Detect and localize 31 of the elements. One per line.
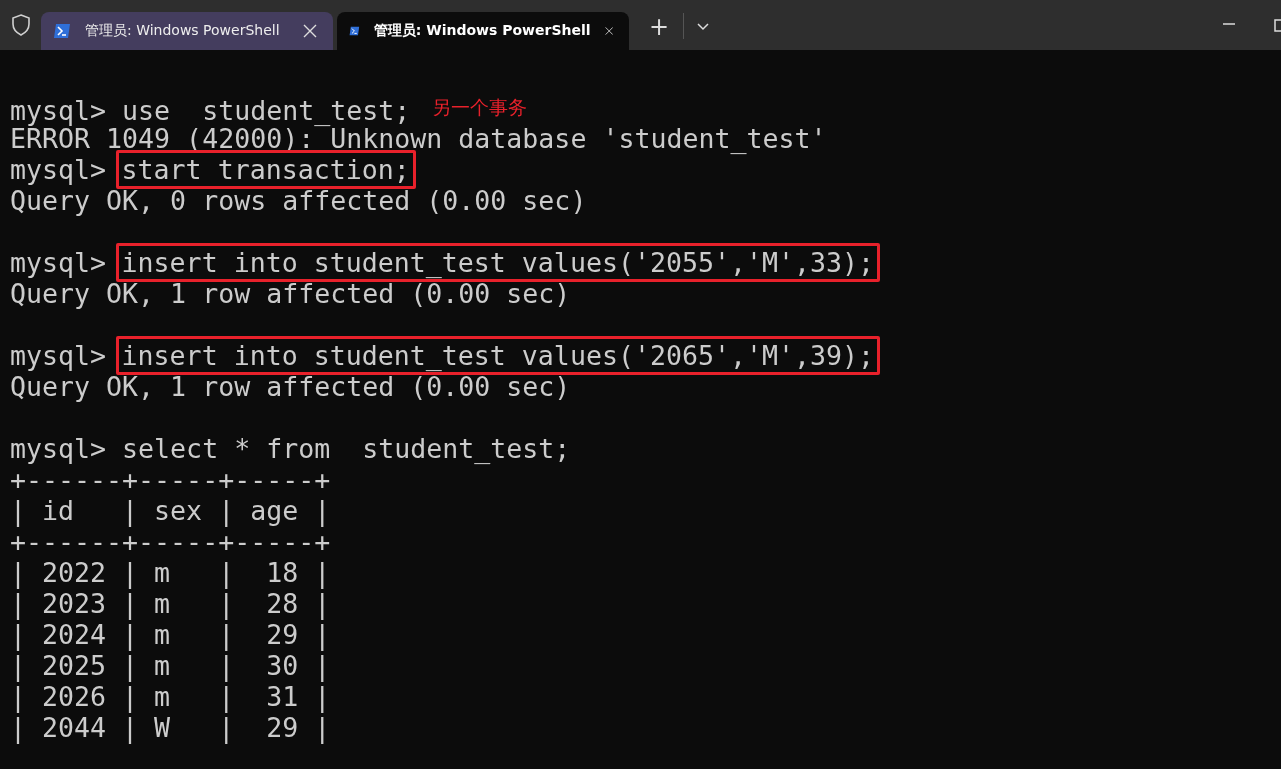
tab[interactable]: 管理员: Windows PowerShell [41,12,333,50]
output-text: +------+-----+-----+ [10,526,331,557]
output-text: | 2023 | m | 28 | [10,588,331,619]
output-text: | 2024 | m | 29 | [10,619,331,650]
tab-title: 管理员: Windows PowerShell [85,22,281,40]
output-text: | 2025 | m | 30 | [10,650,331,681]
close-icon[interactable] [604,24,613,38]
prompt: mysql> [10,433,107,464]
output-text: +------+-----+-----+ [10,464,331,495]
output-text: | 2026 | m | 31 | [10,681,331,712]
command-text: use student_test; [122,95,411,126]
highlighted-command: insert into student_test values('2065','M',39); [115,336,881,375]
highlighted-command: start transaction; [115,150,416,189]
prompt: mysql> [10,95,107,126]
highlighted-command: insert into student_test values('2055','M',33); [115,243,881,282]
output-text: | 2022 | m | 18 | [10,557,331,588]
new-tab-button[interactable]: + [643,12,676,42]
tab[interactable]: 管理员: Windows PowerShell [337,12,629,50]
output-text: | 2044 | W | 29 | [10,712,331,743]
close-icon[interactable] [303,24,317,38]
command-text: select * from student_test; [122,433,571,464]
prompt: mysql> [10,340,107,371]
output-text: | id | sex | age | [10,495,331,526]
minimize-icon[interactable] [1222,22,1236,26]
prompt: mysql> [10,247,107,278]
powershell-icon [53,23,71,39]
dropdown-icon[interactable] [696,22,711,32]
annotation-text: 另一个事务 [432,96,528,118]
prompt: mysql> [10,154,107,185]
tab-title: 管理员: Windows PowerShell [373,22,591,40]
shield-icon [11,14,31,36]
